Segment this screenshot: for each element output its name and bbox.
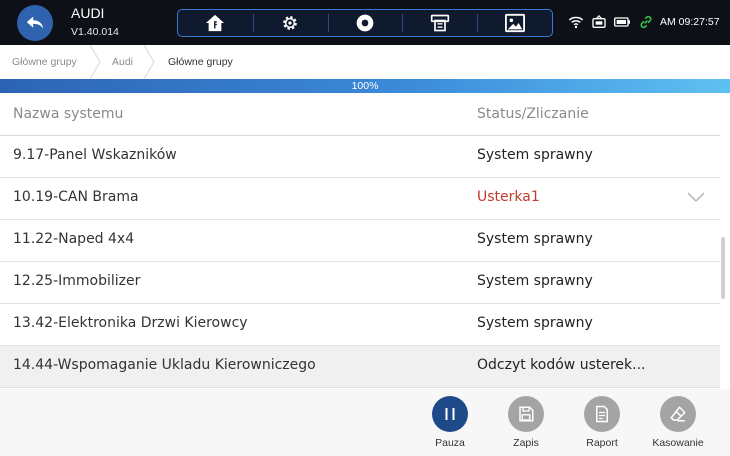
system-name: 11.22-Naped 4x4 [13,231,135,247]
table-row[interactable]: 9.17-Panel Wskazników System sprawny [0,136,720,178]
table-row[interactable]: 13.42-Elektronika Drzwi Kierowcy System … [0,304,720,346]
table-header: Nazwa systemu Status/Zliczanie [0,93,720,136]
system-name: 12.25-Immobilizer [13,273,141,289]
breadcrumb-item-current: Główne grupy [168,56,233,68]
system-status: System sprawny [477,273,593,289]
status-area: AM 09:27:57 [560,0,730,45]
system-name: 9.17-Panel Wskazników [13,147,177,163]
scan-progress-bar: 100% [0,79,730,93]
action-bar: Pauza Zapis Raport Kasowanie [0,389,730,456]
erase-button[interactable]: Kasowanie [640,396,716,449]
vci-icon [592,15,606,28]
software-version: V1.40.014 [71,26,119,38]
breadcrumb-item-main-groups[interactable]: Główne grupy [12,45,77,79]
settings-icon [283,16,298,30]
vehicle-title: AUDI [71,5,105,21]
table-row[interactable]: 10.19-CAN Brama Usterka1 [0,178,720,220]
clock: AM 09:27:57 [660,16,720,28]
report-button[interactable]: Raport [564,396,640,449]
image-icon [504,13,525,33]
pause-button[interactable]: Pauza [412,396,488,449]
system-status: Odczyt kodów usterek... [477,357,646,373]
column-header-status: Status/Zliczanie [477,106,589,122]
system-table: Nazwa systemu Status/Zliczanie 9.17-Pane… [0,93,720,388]
erase-button-circle [660,396,696,432]
system-status: System sprawny [477,231,593,247]
system-name: 10.19-CAN Brama [13,189,139,205]
save-button[interactable]: Zapis [488,396,564,449]
system-status: System sprawny [477,147,593,163]
main-toolbar [177,9,553,37]
system-status-fault: Usterka1 [477,189,540,205]
report-icon [596,405,608,423]
erase-icon [670,406,686,422]
save-label: Zapis [513,437,539,449]
breadcrumb: Główne grupy Audi Główne grupy [0,45,730,79]
system-name: 13.42-Elektronika Drzwi Kierowcy [13,315,248,331]
table-row-active[interactable]: 14.44-Wspomaganie Ukladu Kierowniczego O… [0,346,720,388]
table-row[interactable]: 11.22-Naped 4x4 System sprawny [0,220,720,262]
save-button-circle [508,396,544,432]
report-button-circle [584,396,620,432]
report-label: Raport [586,437,618,449]
battery-icon [614,17,630,27]
home-icon [206,14,225,32]
record-button[interactable] [327,10,403,36]
pause-label: Pauza [435,437,465,449]
settings-button[interactable] [252,10,328,36]
breadcrumb-item-audi[interactable]: Audi [112,45,133,79]
screenshot-button[interactable] [477,10,552,36]
print-button[interactable] [402,10,477,36]
breadcrumb-separator-icon [143,45,155,79]
breadcrumb-separator-icon [89,45,101,79]
pause-icon [445,408,455,420]
table-scrollbar[interactable] [721,237,725,299]
save-icon [519,406,534,422]
back-arrow-icon [26,16,44,29]
column-header-system-name: Nazwa systemu [13,106,124,122]
system-name: 14.44-Wspomaganie Ukladu Kierowniczego [13,357,316,373]
system-status: System sprawny [477,315,593,331]
progress-label: 100% [351,80,379,92]
top-bar: AUDI V1.40.014 AM 09:27:57 [0,0,730,45]
record-icon [356,14,374,32]
erase-label: Kasowanie [652,437,704,449]
back-button[interactable] [17,5,53,41]
link-icon [640,15,652,29]
printer-icon [430,14,449,32]
pause-button-circle [432,396,468,432]
chevron-down-icon[interactable] [687,191,705,203]
wifi-icon [568,16,584,29]
home-button[interactable] [178,10,253,36]
table-row[interactable]: 12.25-Immobilizer System sprawny [0,262,720,304]
